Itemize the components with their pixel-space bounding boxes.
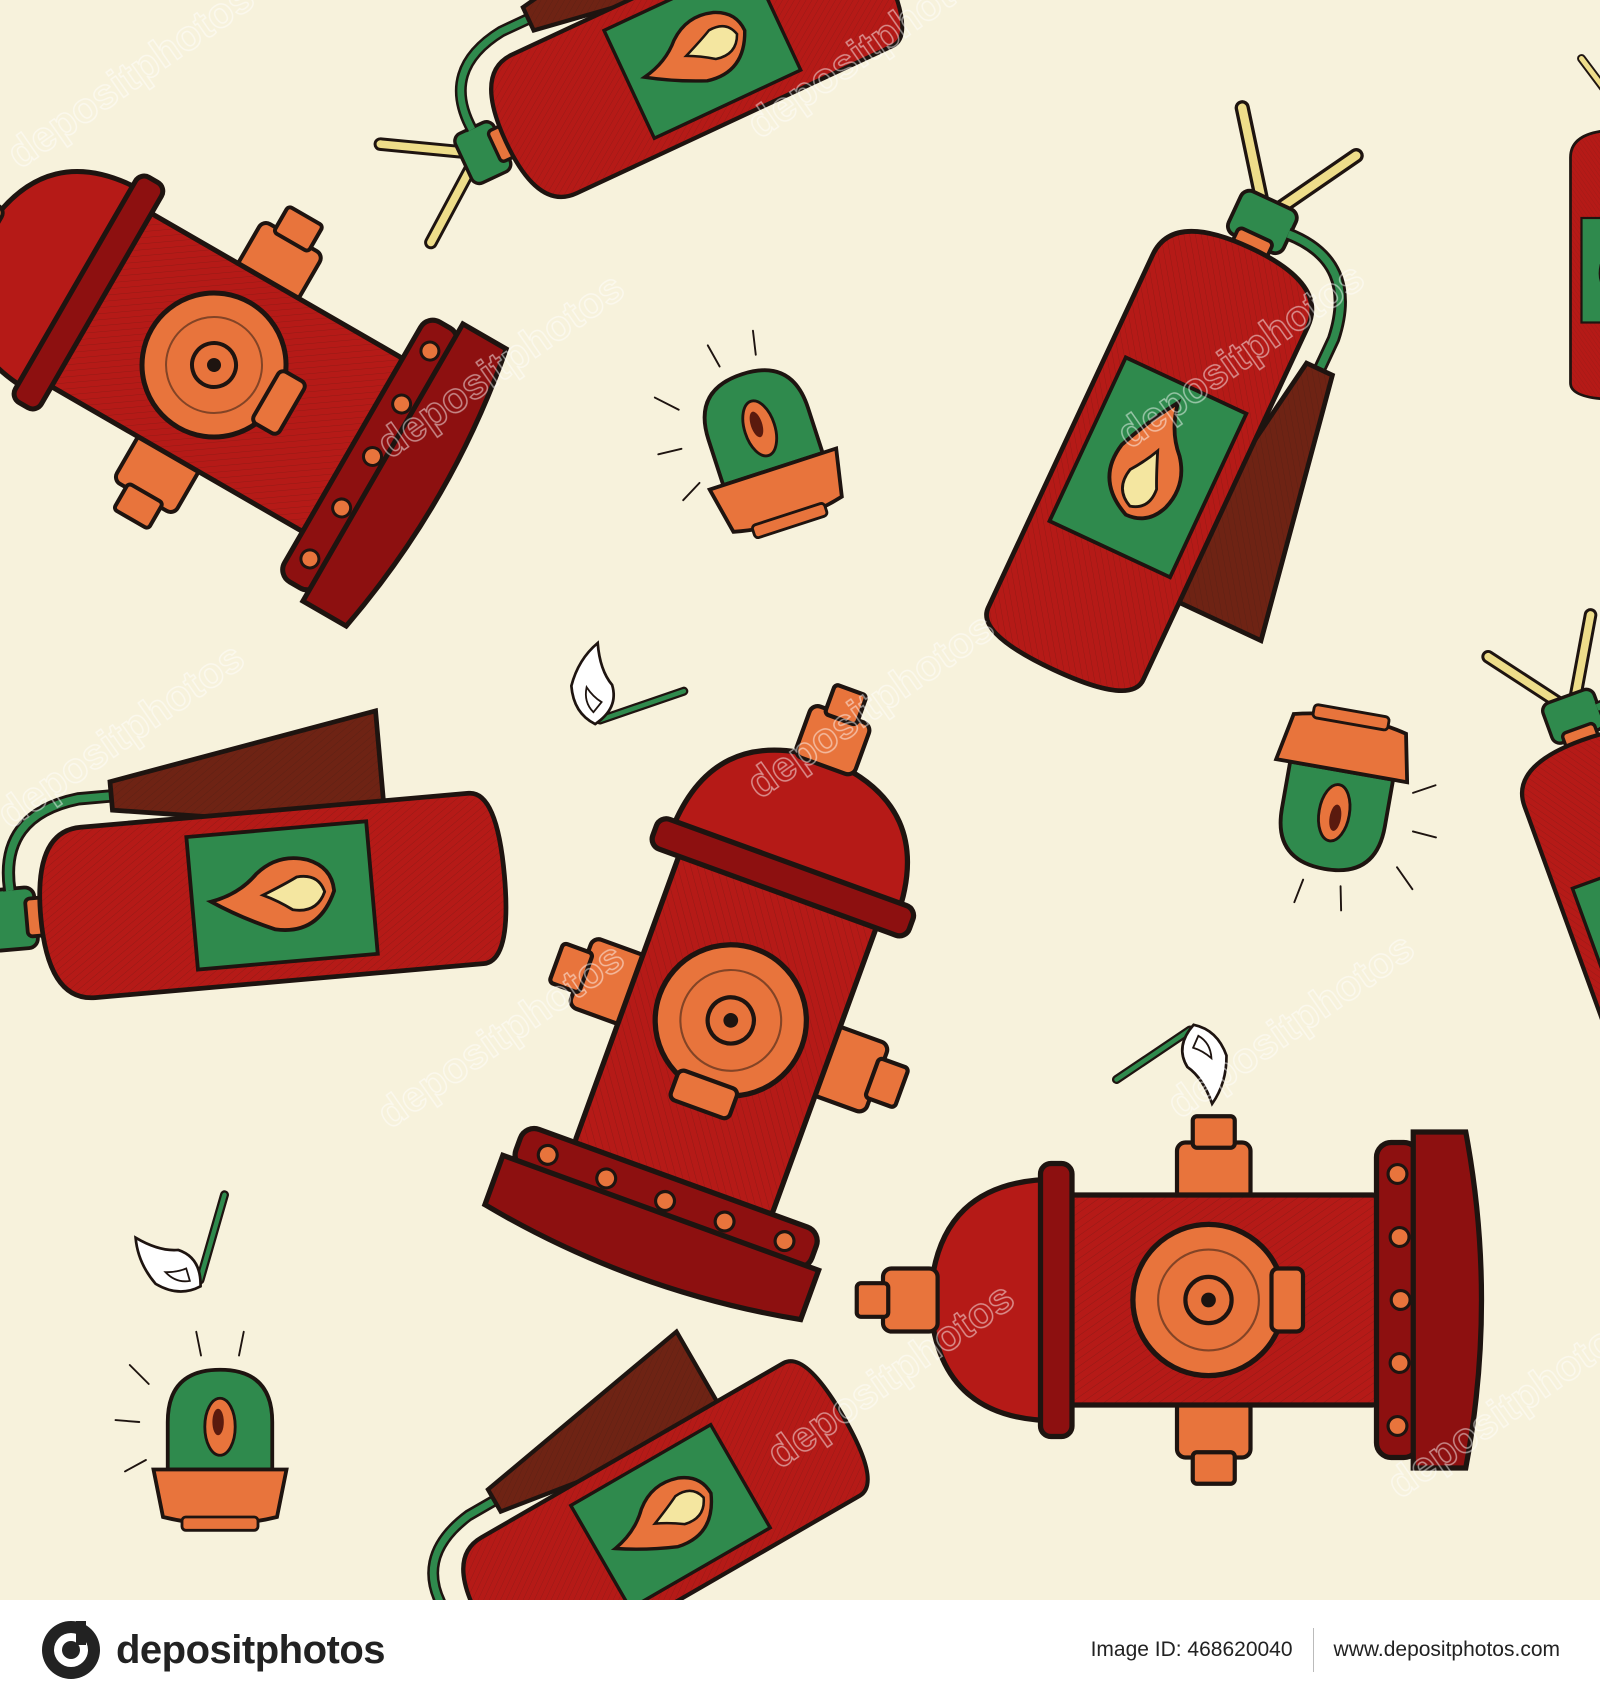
logo-text: depositphotos — [116, 1627, 386, 1672]
stock-image-page: depositphotos depositphotos depositphoto… — [0, 0, 1600, 1700]
footer-divider — [1312, 1628, 1314, 1672]
depositphotos-logo-icon — [42, 1621, 100, 1679]
website-link[interactable]: www.depositphotos.com — [1334, 1638, 1560, 1662]
image-id-label: Image ID: 468620040 — [1090, 1638, 1293, 1661]
image-meta: Image ID: 468620040 www.depositphotos.co… — [1091, 1628, 1600, 1672]
footer-bar: depositphotos Image ID: 468620040 www.de… — [0, 1600, 1600, 1700]
depositphotos-logo[interactable]: depositphotos — [40, 1619, 386, 1681]
fire-safety-pattern-illustration: depositphotos depositphotos depositphoto… — [0, 0, 1600, 1600]
